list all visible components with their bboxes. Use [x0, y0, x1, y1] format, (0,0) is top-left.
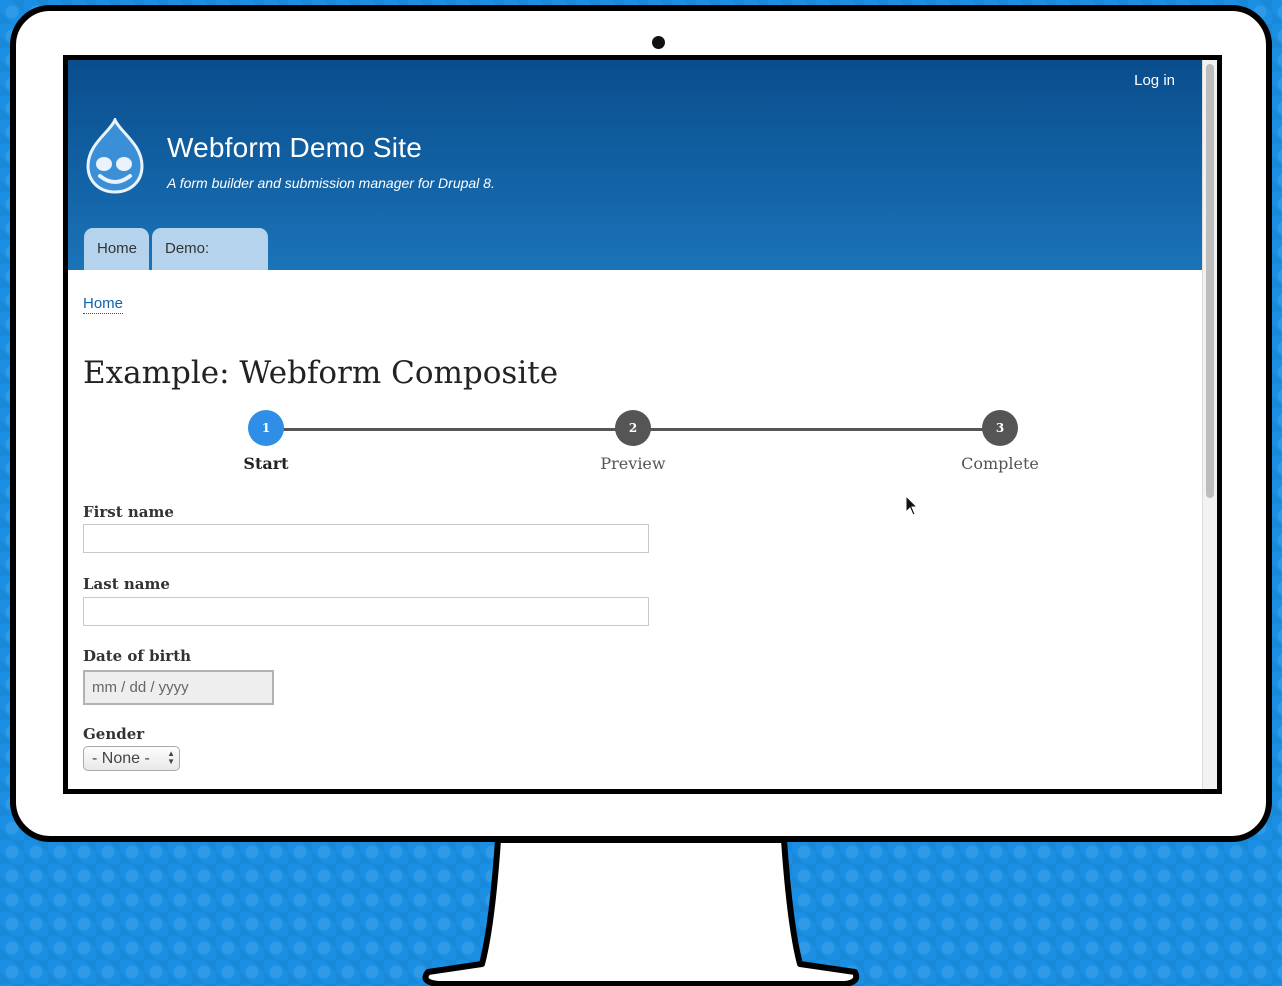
date-of-birth-label: Date of birth: [83, 647, 192, 665]
drupal-drop-icon[interactable]: [82, 118, 148, 194]
breadcrumb-home-link[interactable]: Home: [83, 295, 124, 314]
step-1-marker: 1: [248, 410, 284, 446]
main-content: Home Example: Webform Composite 1 Start …: [68, 270, 1203, 789]
step-2-label: Preview: [600, 454, 666, 473]
mouse-pointer-icon: [905, 495, 919, 516]
login-link[interactable]: Log in: [1134, 72, 1175, 89]
scrollbar-thumb[interactable]: [1206, 64, 1214, 498]
wizard-progress: 1 Start 2 Preview 3 Complete: [68, 410, 1203, 490]
tab-home[interactable]: Home: [84, 228, 149, 270]
first-name-input[interactable]: [83, 524, 649, 553]
browser-viewport: Log in Webform Demo Site A form builder …: [63, 55, 1222, 794]
tab-demo-events[interactable]: Demo: Events: [152, 228, 268, 299]
gender-select[interactable]: - None - ▲ ▼: [83, 746, 180, 771]
site-slogan: A form builder and submission manager fo…: [167, 175, 495, 191]
vertical-scrollbar[interactable]: [1202, 60, 1217, 789]
first-name-label: First name: [83, 503, 174, 521]
last-name-input[interactable]: [83, 597, 649, 626]
date-of-birth-input[interactable]: mm / dd / yyyy: [83, 670, 274, 705]
select-arrows-icon: ▲ ▼: [167, 749, 175, 766]
page-title: Example: Webform Composite: [83, 355, 559, 391]
site-name[interactable]: Webform Demo Site: [167, 132, 422, 164]
monitor-stand: [422, 837, 860, 986]
step-1-label: Start: [243, 454, 289, 473]
webcam-icon: [652, 36, 665, 49]
step-3-marker: 3: [982, 410, 1018, 446]
last-name-label: Last name: [83, 575, 170, 593]
site-header: Log in Webform Demo Site A form builder …: [68, 60, 1203, 299]
step-3-label: Complete: [961, 454, 1039, 473]
gender-select-value: - None -: [92, 750, 150, 767]
step-2-marker: 2: [615, 410, 651, 446]
gender-label: Gender: [83, 725, 145, 743]
